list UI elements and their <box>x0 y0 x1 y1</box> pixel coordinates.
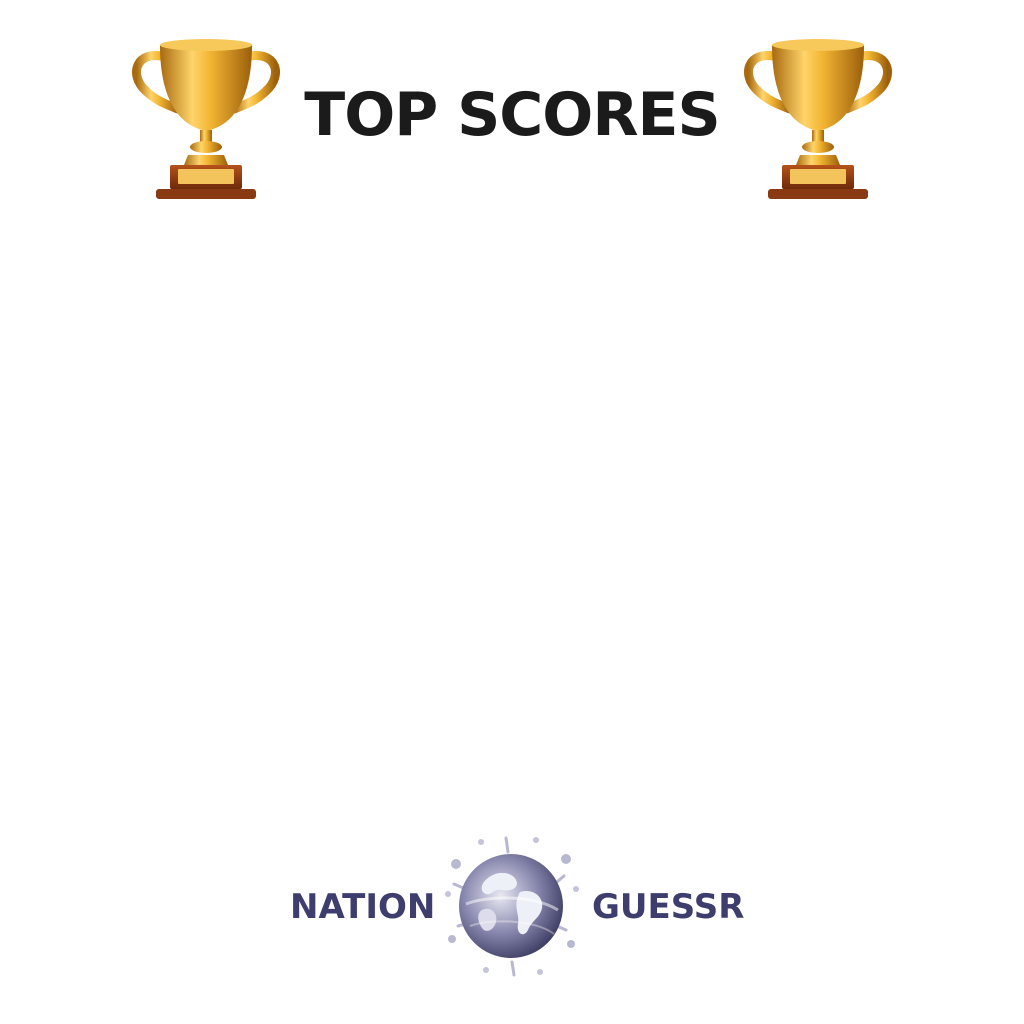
brand-name-left: NATION <box>290 887 436 927</box>
trophy-icon <box>744 39 892 199</box>
brand-name-right: GUESSR <box>592 887 745 927</box>
page-header: TOP SCORES <box>0 30 1024 210</box>
globe-splash-icon <box>445 836 579 977</box>
brand-logo: NATION GUESSR <box>270 830 754 980</box>
leaderboard-area <box>120 230 904 810</box>
page-title: TOP SCORES <box>304 80 720 150</box>
